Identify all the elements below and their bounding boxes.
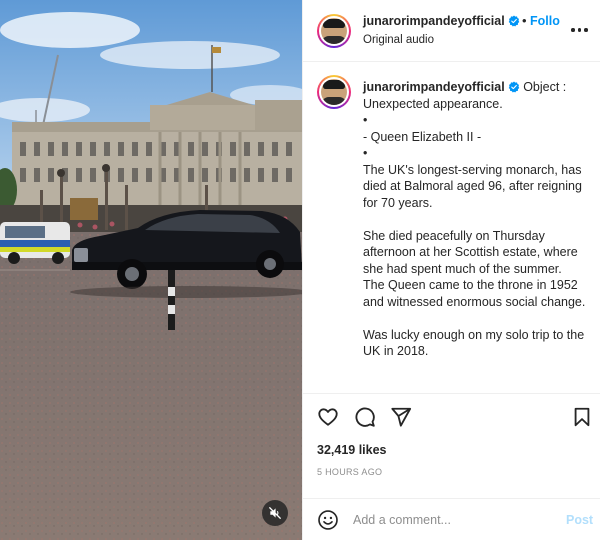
post-actions: 32,419 likes 5 HOURS AGO Post: [303, 393, 600, 540]
caption-avatar[interactable]: [317, 75, 351, 109]
caption-username[interactable]: junarorimpandeyofficial: [363, 80, 505, 94]
paper-plane-icon[interactable]: [390, 406, 412, 428]
post-side-panel: junarorimpandeyofficial • Follo Original…: [302, 0, 600, 540]
speaker-muted-icon: [269, 507, 281, 519]
likes-count[interactable]: 32,419 likes: [317, 443, 387, 457]
caption-text: junarorimpandeyofficial Object : Unexpec…: [363, 79, 593, 360]
caption-line: [363, 211, 593, 228]
comment-bar: Post: [303, 498, 600, 540]
avatar[interactable]: [317, 14, 351, 48]
caption-line: •: [363, 146, 368, 160]
caption-line: Unexpected appearance.: [363, 96, 503, 111]
username-text: junarorimpandeyofficial: [363, 14, 505, 28]
verified-badge-icon: [508, 15, 519, 27]
more-options-icon[interactable]: [571, 22, 591, 38]
post-header: junarorimpandeyofficial • Follo Original…: [303, 0, 600, 62]
verified-badge-icon: [508, 81, 519, 93]
caption-line: •: [363, 113, 368, 127]
post-timestamp[interactable]: 5 HOURS AGO: [317, 467, 382, 477]
bookmark-icon[interactable]: [571, 406, 593, 428]
follow-button[interactable]: Follo: [530, 14, 560, 28]
caption-line: [363, 310, 593, 327]
caption-line: The Queen came to the throne in 1952 and…: [363, 278, 586, 309]
comment-bubble-icon[interactable]: [354, 406, 376, 428]
follow-separator: •: [522, 13, 527, 28]
emoji-smiley-icon[interactable]: [317, 509, 339, 531]
post-video[interactable]: [0, 0, 302, 540]
caption-line: Was lucky enough on my solo trip to the …: [363, 327, 585, 359]
caption-line: The UK's longest-serving monarch, has di…: [363, 162, 582, 210]
comment-input[interactable]: [353, 510, 553, 530]
caption-line: She died peacefully on Thursday afternoo…: [363, 228, 578, 276]
username-link[interactable]: junarorimpandeyofficial: [363, 14, 520, 28]
heart-icon[interactable]: [317, 406, 339, 428]
caption-line: - Queen Elizabeth II -: [363, 129, 482, 144]
video-frame-image: [0, 0, 302, 540]
mute-toggle-button[interactable]: [262, 500, 288, 526]
caption-line: Object :: [523, 80, 567, 94]
audio-link[interactable]: Original audio: [363, 34, 434, 46]
caption-section: junarorimpandeyofficial Object : Unexpec…: [303, 63, 600, 393]
post-comment-button[interactable]: Post: [566, 513, 593, 527]
